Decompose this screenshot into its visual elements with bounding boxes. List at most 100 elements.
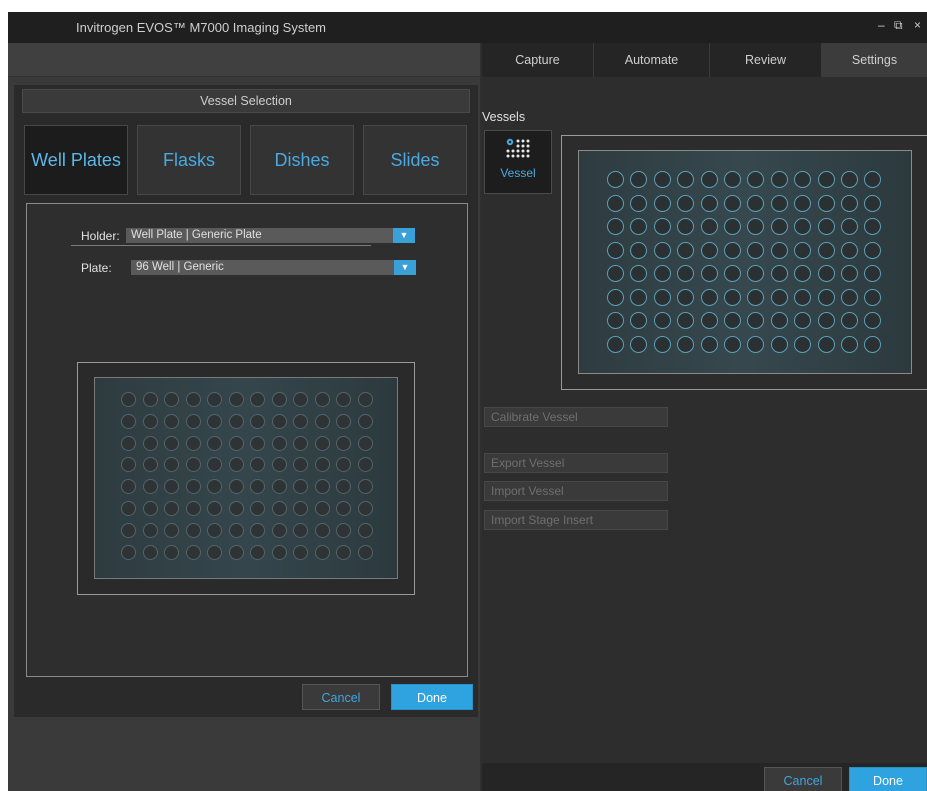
well — [164, 501, 179, 516]
well — [864, 265, 882, 282]
vessel-tile[interactable]: Vessel — [484, 130, 552, 194]
vessel-type-well-plates[interactable]: Well Plates — [24, 125, 128, 195]
well — [817, 335, 835, 353]
well — [314, 544, 330, 560]
well — [770, 335, 788, 353]
well — [207, 392, 222, 407]
well — [271, 479, 287, 495]
well — [724, 241, 741, 259]
plate-select[interactable]: 96 Well | Generic ▼ — [131, 260, 416, 275]
import-vessel-button[interactable]: Import Vessel — [484, 481, 668, 501]
well — [271, 413, 287, 429]
chevron-down-icon[interactable]: ▼ — [394, 260, 416, 275]
well — [314, 413, 330, 429]
well — [653, 241, 671, 259]
well — [293, 479, 308, 495]
holder-select[interactable]: Well Plate | Generic Plate ▼ — [126, 228, 415, 243]
well — [250, 457, 265, 473]
vessels-section-label: Vessels — [482, 110, 526, 124]
well — [164, 413, 179, 429]
chevron-down-icon[interactable]: ▼ — [393, 228, 415, 243]
well — [250, 392, 265, 407]
well — [653, 171, 671, 188]
well — [250, 435, 265, 451]
window-title: Invitrogen EVOS™ M7000 Imaging System — [76, 20, 327, 35]
well — [336, 392, 351, 407]
settings-done-button[interactable]: Done — [849, 767, 927, 791]
well — [630, 335, 648, 353]
dialog-title: Vessel Selection — [22, 89, 470, 113]
well — [841, 312, 858, 329]
well — [841, 288, 858, 306]
well — [121, 435, 136, 451]
calibrate-vessel-button[interactable]: Calibrate Vessel — [484, 407, 668, 427]
well — [185, 544, 201, 560]
well — [314, 435, 330, 451]
well — [164, 479, 179, 495]
well — [817, 194, 835, 212]
well — [293, 413, 308, 429]
well — [293, 457, 308, 473]
well — [207, 501, 222, 516]
export-vessel-button[interactable]: Export Vessel — [484, 453, 668, 473]
well — [357, 457, 373, 473]
well — [607, 218, 624, 235]
well — [207, 544, 222, 560]
tab-automate[interactable]: Automate — [594, 43, 710, 77]
well — [142, 479, 158, 495]
vessel-tile-label: Vessel — [500, 166, 536, 180]
well — [336, 435, 351, 451]
well — [630, 171, 648, 188]
well — [228, 501, 244, 516]
minimize-icon[interactable]: – — [878, 18, 885, 32]
well — [653, 265, 671, 282]
well — [250, 522, 265, 538]
well — [653, 312, 671, 329]
tab-settings[interactable]: Settings — [822, 43, 927, 77]
well — [142, 522, 158, 538]
well — [630, 288, 648, 306]
settings-cancel-button[interactable]: Cancel — [764, 767, 842, 791]
well — [293, 435, 308, 451]
tab-review[interactable]: Review — [710, 43, 822, 77]
close-icon[interactable]: × — [914, 18, 921, 32]
well — [142, 544, 158, 560]
well — [207, 413, 222, 429]
well — [314, 457, 330, 473]
dialog-done-button[interactable]: Done — [391, 684, 473, 710]
well — [121, 457, 136, 473]
vessel-type-slides[interactable]: Slides — [363, 125, 467, 195]
vessel-preview — [578, 150, 912, 374]
plate-value: 96 Well | Generic — [136, 261, 224, 273]
well — [271, 501, 287, 516]
well — [770, 218, 788, 235]
left-pane: Vessel Selection Well Plates Flasks Dish… — [8, 43, 480, 791]
well — [357, 544, 373, 560]
import-stage-insert-button[interactable]: Import Stage Insert — [484, 510, 668, 530]
vessel-type-flasks[interactable]: Flasks — [137, 125, 241, 195]
vessel-type-dishes[interactable]: Dishes — [250, 125, 354, 195]
well — [794, 312, 812, 329]
well-grid-gear-icon — [506, 138, 530, 158]
well — [747, 241, 765, 259]
well — [271, 522, 287, 538]
well — [864, 288, 882, 306]
restore-icon[interactable]: ⧉ — [894, 18, 903, 33]
well — [677, 265, 695, 282]
well — [653, 218, 671, 235]
well — [164, 435, 179, 451]
well — [207, 435, 222, 451]
well — [121, 392, 136, 407]
well — [228, 522, 244, 538]
well — [747, 171, 765, 188]
well — [185, 479, 201, 495]
well — [185, 392, 201, 407]
well — [185, 435, 201, 451]
tab-capture[interactable]: Capture — [482, 43, 594, 77]
well — [817, 171, 835, 188]
well — [841, 218, 858, 235]
dialog-cancel-button[interactable]: Cancel — [302, 684, 380, 710]
well — [164, 522, 179, 538]
well — [314, 392, 330, 407]
well — [250, 413, 265, 429]
